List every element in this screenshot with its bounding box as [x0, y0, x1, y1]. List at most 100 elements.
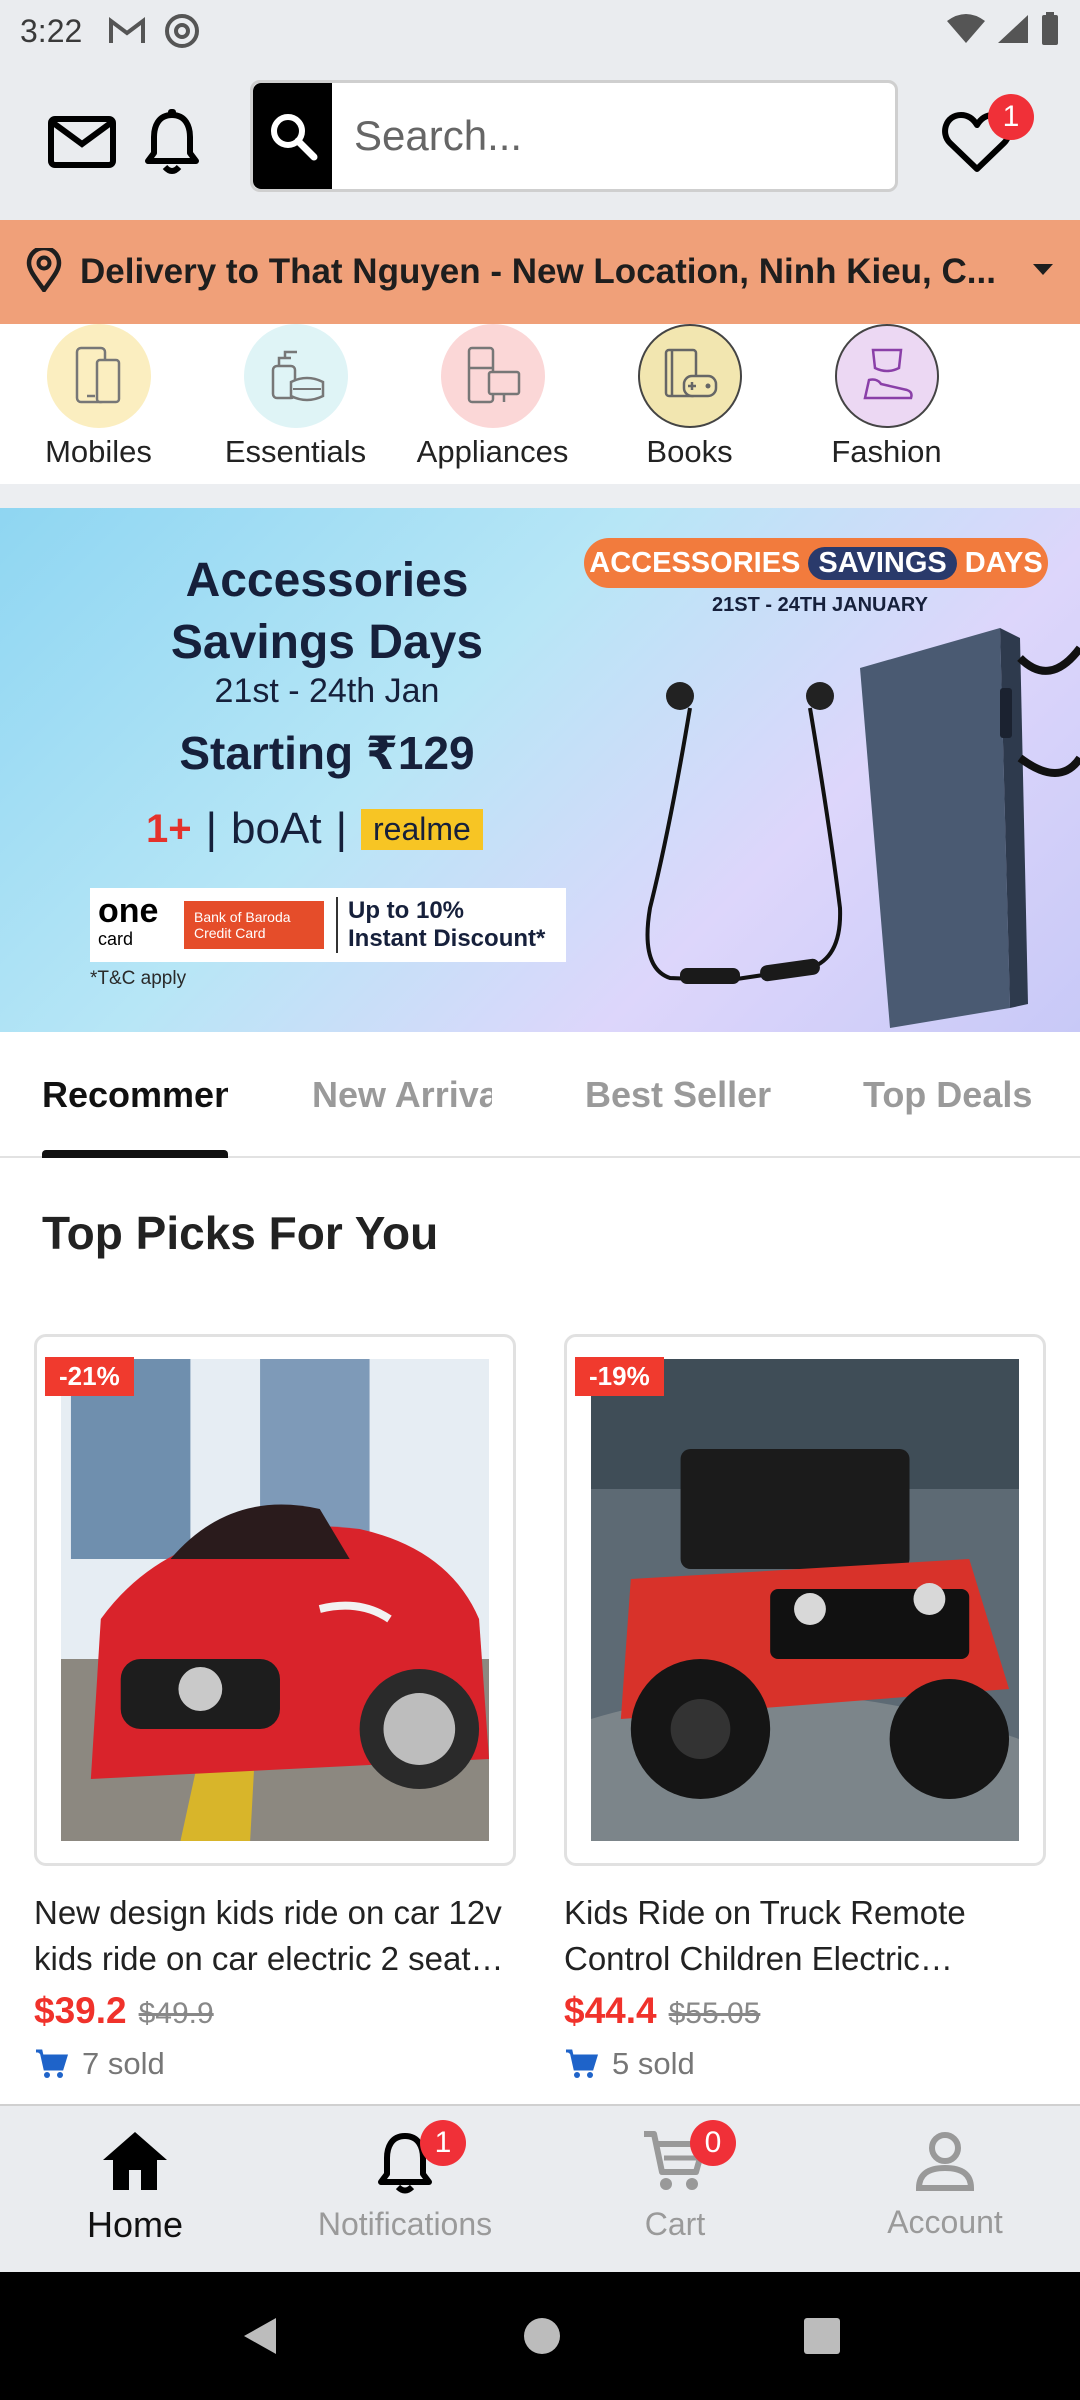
wishlist-badge: 1: [988, 94, 1034, 140]
appliances-icon: [440, 324, 545, 428]
nav-notifications[interactable]: 1 Notifications: [270, 2106, 540, 2272]
category-strip: Mobiles Essentials Appliances Books Fash…: [0, 324, 1080, 484]
sold-count: 7 sold: [34, 2046, 516, 2082]
category-label: Mobiles: [45, 434, 152, 469]
mobiles-icon: [46, 324, 151, 428]
delivery-location-bar[interactable]: Delivery to That Nguyen - New Location, …: [0, 220, 1080, 324]
divider: [0, 484, 1080, 508]
product-image-frame[interactable]: -19%: [564, 1334, 1046, 1866]
banner-starting-price: Starting ₹129: [179, 727, 475, 779]
bank-of-baroda-logo: Bank of Baroda Credit Card: [184, 901, 324, 949]
notifications-badge: 1: [420, 2120, 466, 2166]
section-title: Top Picks For You: [42, 1207, 439, 1259]
search-input[interactable]: [332, 83, 895, 189]
product-card[interactable]: -19% Kids Ride on Truck Remote Control C…: [564, 1334, 1046, 2082]
delivery-address: Delivery to That Nguyen - New Location, …: [80, 252, 996, 291]
signal-icon: [996, 13, 1030, 50]
product-image-frame[interactable]: -21%: [34, 1334, 516, 1866]
gmail-icon: [108, 16, 146, 46]
bank-offer-card: one card Bank of Baroda Credit Card Up t…: [90, 888, 566, 962]
product-tabs: Recommended New Arrivals Best Seller Top…: [0, 1032, 1080, 1158]
category-label: Appliances: [416, 434, 569, 469]
nav-cart[interactable]: 0 Cart: [540, 2106, 810, 2272]
search-button[interactable]: [253, 83, 332, 189]
cart-icon: [36, 2049, 68, 2078]
product-image: [591, 1359, 1019, 1841]
category-label: Essentials: [224, 434, 367, 469]
terms-text: *T&C apply: [90, 968, 187, 989]
sold-text: 7 sold: [82, 2046, 165, 2081]
boat-logo: boAt: [231, 804, 322, 853]
tab-best-seller[interactable]: Best Seller: [585, 1074, 771, 1116]
sold-count: 5 sold: [564, 2046, 1046, 2082]
fashion-icon: [834, 324, 939, 428]
nav-home[interactable]: Home: [0, 2106, 270, 2272]
category-fashion[interactable]: Fashion: [788, 324, 985, 484]
current-price: $44.4: [564, 1990, 657, 2031]
realme-logo: realme: [361, 808, 483, 850]
cart-icon: [566, 2049, 598, 2078]
at-sign-icon: [164, 13, 200, 49]
product-title[interactable]: New design kids ride on car 12v kids rid…: [34, 1890, 516, 1982]
product-price: $44.4 $55.05: [564, 1990, 1046, 2032]
banner-pill: ACCESSORIES SAVINGS DAYS: [584, 538, 1048, 588]
category-mobiles[interactable]: Mobiles: [0, 324, 197, 484]
status-time: 3:22: [20, 12, 83, 49]
battery-icon: [1040, 11, 1060, 51]
nav-label: Home: [86, 2204, 184, 2245]
banner-title: Accessories Savings Days: [0, 550, 654, 674]
mail-icon[interactable]: [46, 106, 118, 178]
bell-icon[interactable]: [136, 102, 208, 182]
banner-dates: 21st - 24th Jan: [214, 672, 440, 710]
nav-account[interactable]: Account: [810, 2106, 1080, 2272]
wifi-icon: [946, 13, 986, 50]
oneplus-logo: 1+: [146, 806, 192, 851]
instant-discount-text: Up to 10% Instant Discount*: [336, 897, 545, 953]
app-header: 1: [0, 62, 1080, 220]
original-price: $55.05: [668, 1997, 761, 2030]
banner-title-line2: Savings Days: [170, 616, 484, 669]
tab-top-deals[interactable]: Top Deals: [863, 1074, 1032, 1116]
original-price: $49.9: [138, 1997, 214, 2030]
discount-badge: -19%: [575, 1357, 664, 1396]
nav-label: Account: [887, 2204, 1003, 2240]
status-bar: 3:22: [0, 0, 1080, 62]
account-icon: [915, 2132, 975, 2191]
category-books[interactable]: Books: [591, 324, 788, 484]
home-icon: [103, 2132, 167, 2190]
active-tab-indicator: [42, 1150, 228, 1158]
search-bar: [250, 80, 898, 192]
essentials-icon: [243, 324, 348, 428]
category-essentials[interactable]: Essentials: [197, 324, 394, 484]
current-price: $39.2: [34, 1990, 127, 2031]
home-circle-icon[interactable]: [522, 2316, 562, 2356]
product-title[interactable]: Kids Ride on Truck Remote Control Childr…: [564, 1890, 1046, 1982]
product-card[interactable]: -21% New design kids ride on car 12v kid…: [34, 1334, 516, 2082]
category-appliances[interactable]: Appliances: [394, 324, 591, 484]
wishlist-button[interactable]: 1: [936, 94, 1034, 184]
sold-text: 5 sold: [612, 2046, 695, 2081]
cart-badge: 0: [690, 2120, 736, 2166]
books-icon: [637, 324, 742, 428]
tab-new-arrivals[interactable]: New Arrivals: [312, 1074, 492, 1116]
back-icon[interactable]: [238, 2314, 282, 2358]
powerbank-earphones-image: [645, 628, 1080, 1028]
category-label: Fashion: [831, 434, 942, 469]
recents-icon[interactable]: [802, 2316, 842, 2356]
nav-label: Notifications: [317, 2206, 493, 2242]
banner-title-line1: Accessories: [185, 554, 469, 607]
promo-banner[interactable]: Accessories Savings Days 21st - 24th Jan…: [0, 508, 1080, 1032]
product-price: $39.2 $49.9: [34, 1990, 516, 2032]
category-label: Books: [646, 434, 733, 469]
system-navigation-bar: [0, 2272, 1080, 2400]
nav-label: Cart: [644, 2206, 706, 2242]
location-pin-icon: [26, 245, 62, 297]
product-image: [61, 1359, 489, 1841]
tab-recommended[interactable]: Recommended: [42, 1074, 228, 1116]
discount-badge: -21%: [45, 1357, 134, 1396]
search-icon: [270, 114, 317, 161]
onecard-logo: one card: [98, 892, 159, 949]
bottom-navigation: Home 1 Notifications 0 Cart Account: [0, 2104, 1080, 2272]
chevron-down-icon: [1032, 263, 1054, 282]
banner-brands: 1+ | boAt | realme: [146, 804, 483, 854]
